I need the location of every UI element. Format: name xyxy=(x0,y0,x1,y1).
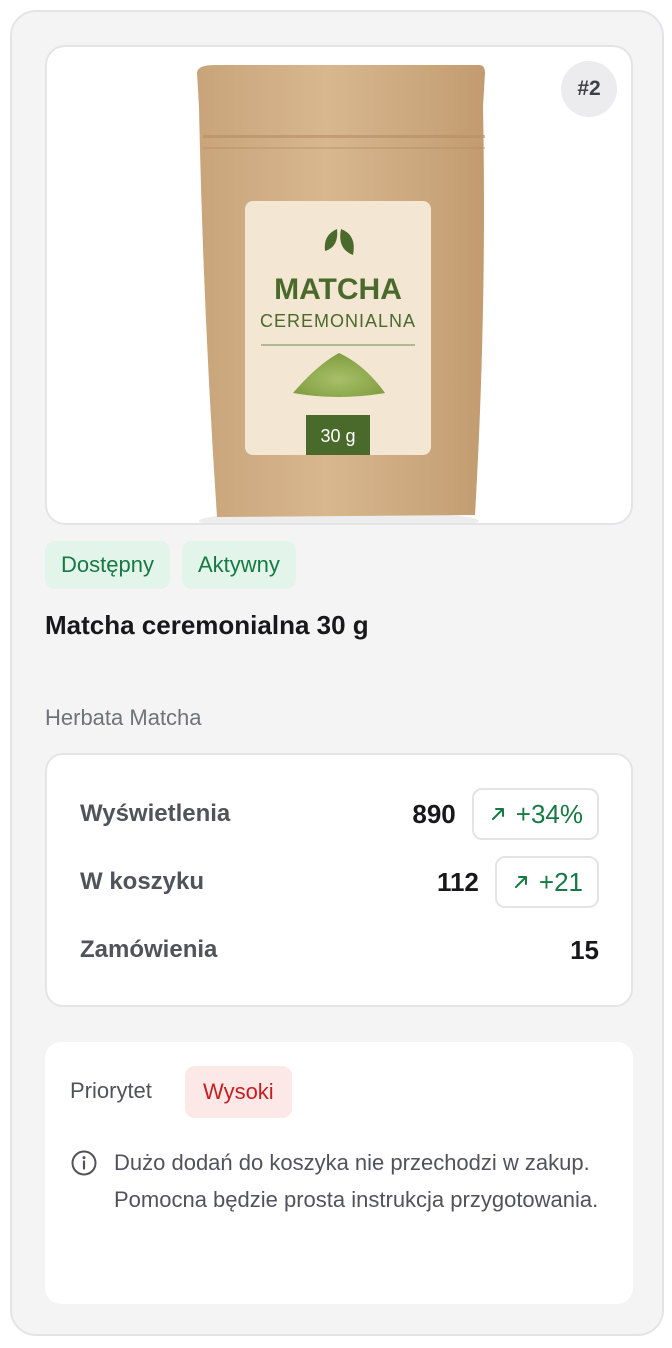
product-category: Herbata Matcha xyxy=(45,705,202,730)
arrow-up-right-icon xyxy=(491,808,504,820)
stat-label: W koszyku xyxy=(80,868,205,895)
priority-badge: Wysoki xyxy=(185,1066,292,1118)
active-badge: Aktywny xyxy=(181,541,296,589)
stat-value: 15 xyxy=(570,934,599,965)
info-icon xyxy=(71,1150,97,1176)
stat-row-views: Wyświetlenia 890 +34% xyxy=(80,788,599,840)
delta-badge: +34% xyxy=(471,788,599,840)
product-image[interactable]: MATCHA CEREMONIALNA 30 g #2 xyxy=(45,45,633,525)
matcha-package-image: MATCHA CEREMONIALNA 30 g xyxy=(197,65,485,523)
delta-value: +34% xyxy=(515,798,583,829)
rank-badge: #2 xyxy=(561,61,617,117)
package-weight: 30 g xyxy=(320,426,355,446)
priority-panel: Priorytet Wysoki Dużo dodań do koszyka n… xyxy=(45,1042,633,1304)
stat-value: 890 xyxy=(412,798,456,829)
package-brand: MATCHA xyxy=(274,273,402,306)
status-badges: Dostępny Aktywny xyxy=(45,541,296,589)
priority-note: Dużo dodań do koszyka nie przechodzi w z… xyxy=(114,1150,599,1212)
stat-value: 112 xyxy=(436,866,479,897)
arrow-up-right-icon xyxy=(514,876,527,888)
stats-panel: Wyświetlenia 890 +34% W koszyku 112 +21 … xyxy=(45,753,633,1007)
stat-row-orders: Zamówienia 15 xyxy=(80,924,599,976)
stat-label: Zamówienia xyxy=(80,936,218,963)
product-card: MATCHA CEREMONIALNA 30 g #2 Dostępny Akt… xyxy=(10,10,664,1336)
stat-row-cart: W koszyku 112 +21 xyxy=(80,856,599,908)
availability-badge: Dostępny xyxy=(45,541,170,589)
delta-badge: +21 xyxy=(494,856,599,908)
product-title: Matcha ceremonialna 30 g xyxy=(45,610,369,640)
package-subtitle: CEREMONIALNA xyxy=(260,311,416,331)
priority-label: Priorytet xyxy=(70,1078,152,1103)
delta-value: +21 xyxy=(538,866,583,897)
stat-label: Wyświetlenia xyxy=(80,800,231,827)
